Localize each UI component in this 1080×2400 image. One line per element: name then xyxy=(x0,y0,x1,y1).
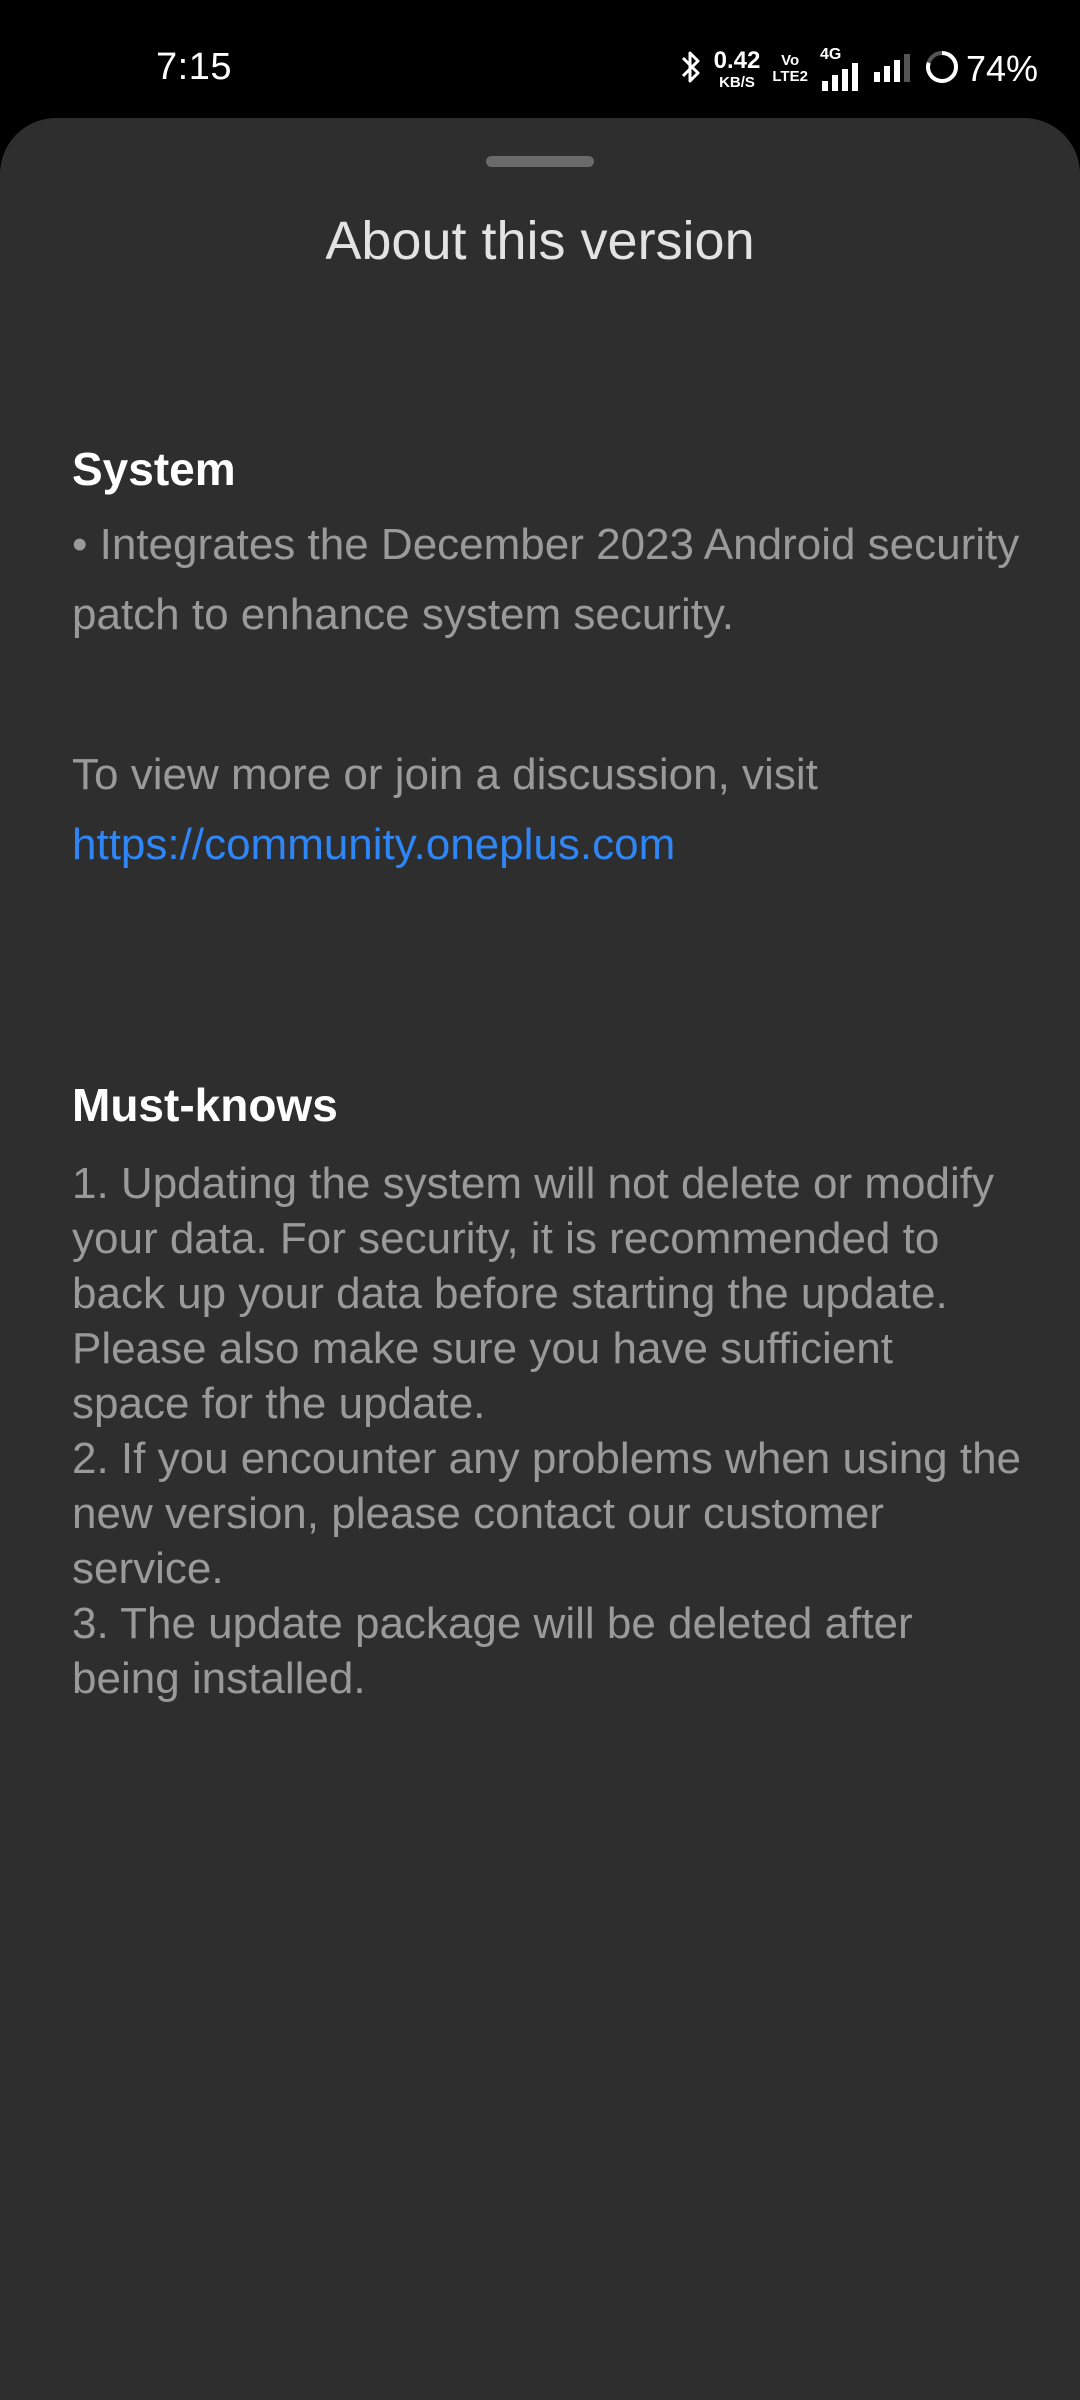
about-version-sheet: About this version System • Integrates t… xyxy=(0,118,1080,2400)
sheet-title: About this version xyxy=(325,211,755,271)
network-type-label: 4G xyxy=(819,46,842,63)
community-link[interactable]: https://community.oneplus.com xyxy=(72,820,675,869)
volte-top-label: Vo xyxy=(781,52,800,70)
battery-ring-icon xyxy=(924,49,960,90)
bluetooth-icon xyxy=(680,49,702,90)
status-icons: 0.42 KB/S Vo LTE2 4G 74% xyxy=(668,44,1038,94)
signal-bars-icon xyxy=(872,52,912,87)
signal-4g-icon: 4G xyxy=(820,47,860,91)
system-heading: System xyxy=(72,443,236,495)
must-knows-item: 1. Updating the system will not delete o… xyxy=(72,1159,995,1428)
drag-handle[interactable] xyxy=(486,156,594,167)
volte-icon: Vo LTE2 xyxy=(772,53,808,85)
discussion-text: To view more or join a discussion, visit xyxy=(72,750,818,799)
must-knows-item: 3. The update package will be deleted af… xyxy=(72,1599,913,1703)
volte-bottom-label: LTE2 xyxy=(772,68,808,85)
battery-percent: 74% xyxy=(965,48,1038,89)
must-knows-list: 1. Updating the system will not delete o… xyxy=(72,1156,1022,1706)
must-knows-heading: Must-knows xyxy=(72,1079,338,1131)
sheet-content: System • Integrates the December 2023 An… xyxy=(72,318,1022,1706)
must-knows-item: 2. If you encounter any problems when us… xyxy=(72,1434,1022,1593)
status-bar: 7:15 0.42 KB/S Vo LTE2 4G 74% xyxy=(0,0,1080,118)
status-time: 7:15 xyxy=(156,46,232,88)
network-speed: 0.42 KB/S xyxy=(713,46,761,91)
network-speed-value: 0.42 xyxy=(713,46,761,74)
network-speed-unit: KB/S xyxy=(719,73,755,91)
system-bullet: • Integrates the December 2023 Android s… xyxy=(72,520,1020,639)
